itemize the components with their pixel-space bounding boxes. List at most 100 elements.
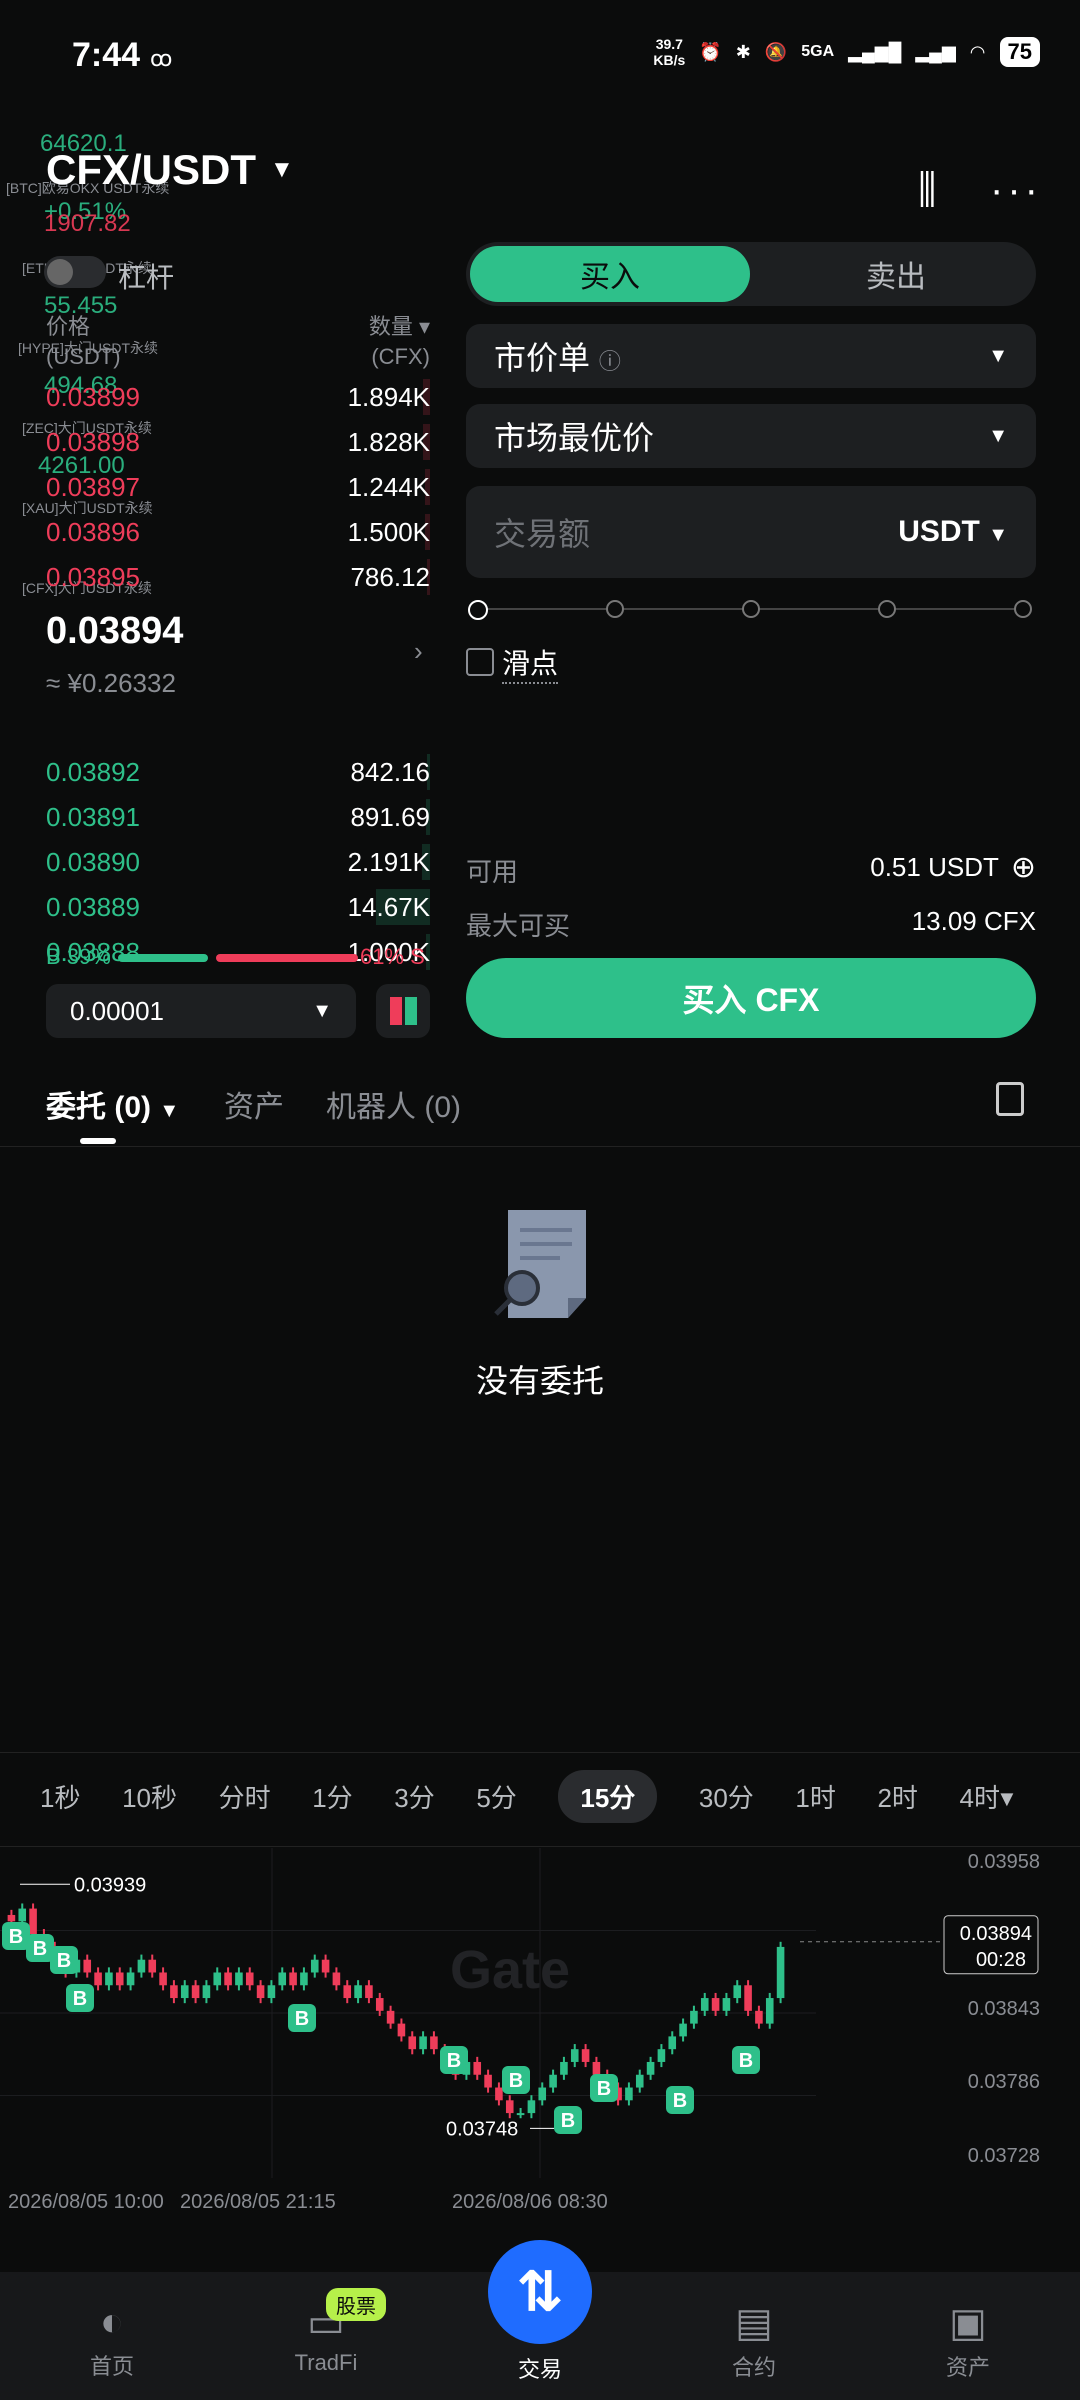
buy-marker-label: B bbox=[597, 2078, 611, 2100]
divider bbox=[0, 1146, 1080, 1147]
amount-unit-select[interactable]: USDT ▼ bbox=[898, 515, 1008, 549]
nav-home[interactable]: ◐ 首页 bbox=[52, 2300, 172, 2381]
candle bbox=[235, 1972, 243, 1986]
orderbook-row[interactable]: 0.03892 842.16 bbox=[46, 750, 430, 794]
orderbook-layout-button[interactable] bbox=[376, 984, 430, 1038]
chevron-down-icon: ▼ bbox=[270, 156, 294, 183]
nav-assets[interactable]: ▣ 资产 bbox=[908, 2300, 1028, 2382]
candlestick-chart-icon[interactable]: ⫼ bbox=[918, 168, 936, 213]
slider-step[interactable] bbox=[878, 600, 896, 618]
y-tick-label: 0.03843 bbox=[968, 1998, 1040, 2020]
nav-futures[interactable]: ▤ 合约 bbox=[694, 2300, 814, 2382]
overlay-btc-extra: 1907.82 bbox=[44, 210, 131, 237]
status-time: 7:44 bbox=[72, 36, 141, 74]
orderbook-row[interactable]: 0.03896 1.500K bbox=[46, 510, 430, 554]
x-tick-label: 2026/08/05 21:15 bbox=[180, 2191, 336, 2213]
candle bbox=[549, 2074, 557, 2088]
slider-step[interactable] bbox=[606, 600, 624, 618]
pair-selector[interactable]: CFX/USDT ▼ bbox=[46, 146, 294, 194]
slider-handle[interactable] bbox=[468, 600, 488, 620]
watermark: Gate bbox=[450, 1940, 570, 2000]
slippage-label[interactable]: 滑点 bbox=[502, 642, 559, 684]
price-chart[interactable]: Gate 0.03958 0.03843 0.03786 0.03728 2026/08/… bbox=[0, 1848, 1080, 2228]
info-icon[interactable]: ⓘ bbox=[599, 349, 621, 374]
orderbook-row[interactable]: 0.03890 2.191K bbox=[46, 840, 430, 884]
candle bbox=[332, 1972, 341, 1986]
candle bbox=[267, 1985, 276, 1999]
candle bbox=[733, 1985, 742, 1999]
timeframe-10[interactable]: 4时 bbox=[960, 1778, 1000, 1815]
candle bbox=[495, 2087, 503, 2101]
more-icon[interactable]: ··· bbox=[990, 168, 1042, 213]
candle bbox=[484, 2074, 492, 2088]
leverage-toggle[interactable] bbox=[44, 256, 106, 288]
timeframe-8[interactable]: 1时 bbox=[795, 1778, 835, 1815]
orderbook-row[interactable]: 0.03897 1.244K bbox=[46, 465, 430, 509]
futures-icon: ▤ bbox=[735, 2301, 773, 2345]
slider-step[interactable] bbox=[742, 600, 760, 618]
sell-ratio: 61% S bbox=[360, 944, 425, 969]
timeframe-1[interactable]: 10秒 bbox=[122, 1778, 177, 1815]
candle bbox=[289, 1972, 297, 1986]
timeframe-9[interactable]: 2时 bbox=[877, 1778, 917, 1815]
timeframe-6[interactable]: 15分 bbox=[558, 1770, 658, 1823]
tab-buy[interactable]: 买入 bbox=[470, 246, 750, 302]
last-price: 0.03894 bbox=[46, 610, 184, 652]
wifi-icon: ◠ bbox=[969, 41, 986, 62]
candle bbox=[473, 2061, 482, 2075]
slippage-checkbox[interactable] bbox=[466, 648, 494, 676]
chevron-down-icon[interactable]: ▼ bbox=[996, 1786, 1018, 1812]
chevron-right-icon[interactable]: › bbox=[414, 636, 423, 667]
buy-cfx-button[interactable]: 买入 CFX bbox=[466, 958, 1036, 1038]
chevron-down-icon: ▼ bbox=[312, 999, 332, 1022]
candle bbox=[397, 2023, 406, 2037]
divider bbox=[0, 1752, 1080, 1753]
timeframe-2[interactable]: 分时 bbox=[219, 1778, 271, 1815]
tab-orders[interactable]: 委托 (0) ▼ bbox=[46, 1082, 179, 1126]
trade-icon[interactable]: ⇅ bbox=[488, 2240, 592, 2344]
row-qty: 1.500K bbox=[347, 516, 430, 547]
candle bbox=[776, 1946, 785, 1999]
alarm-icon: ⏰ bbox=[699, 41, 722, 62]
tab-indicator bbox=[80, 1138, 116, 1144]
precision-value: 0.00001 bbox=[70, 995, 164, 1026]
orderbook-row[interactable]: 0.03898 1.828K bbox=[46, 420, 430, 464]
orderbook-row[interactable]: 0.03891 891.69 bbox=[46, 795, 430, 839]
buy-marker-label: B bbox=[561, 2110, 575, 2132]
candle bbox=[560, 2061, 568, 2075]
row-price: 0.03892 bbox=[46, 756, 140, 787]
row-price: 0.03899 bbox=[46, 381, 140, 412]
nav-trade[interactable]: 交易 bbox=[480, 2352, 600, 2384]
candle bbox=[7, 1914, 16, 1922]
price-type-value: 市场最优价 bbox=[494, 420, 655, 456]
buy-marker-label: B bbox=[739, 2050, 753, 2072]
amount-input[interactable]: 交易额 USDT ▼ bbox=[466, 486, 1036, 578]
timeframe-4[interactable]: 3分 bbox=[394, 1778, 434, 1815]
price-type-select[interactable]: 市场最优价 ▼ bbox=[466, 404, 1036, 468]
row-qty: 842.16 bbox=[350, 756, 430, 787]
orderbook-row[interactable]: 0.03895 786.12 bbox=[46, 555, 430, 599]
order-type-select[interactable]: 市价单 ⓘ ▼ bbox=[466, 324, 1036, 388]
add-funds-icon[interactable]: ⊕ bbox=[1011, 850, 1036, 885]
row-qty: 14.67K bbox=[347, 891, 430, 922]
candle bbox=[310, 1959, 319, 1973]
ratio-bar bbox=[118, 954, 358, 962]
timeframe-3[interactable]: 1分 bbox=[312, 1778, 352, 1815]
candle bbox=[202, 1985, 211, 1999]
orderbook-row[interactable]: 0.03889 14.67K bbox=[46, 885, 430, 929]
tab-sell[interactable]: 卖出 bbox=[760, 246, 1032, 302]
orderbook-qty-header[interactable]: 数量 ▾ (CFX) bbox=[330, 312, 430, 372]
timeframe-7[interactable]: 30分 bbox=[699, 1778, 754, 1815]
y-tick-label: 0.03728 bbox=[968, 2145, 1040, 2167]
candle bbox=[115, 1972, 124, 1986]
countdown-label: 00:28 bbox=[976, 1949, 1026, 1971]
orderbook-row[interactable]: 0.03899 1.894K bbox=[46, 375, 430, 419]
tab-bots[interactable]: 机器人 (0) bbox=[326, 1082, 461, 1126]
slider-step[interactable] bbox=[1014, 600, 1032, 618]
order-history-icon[interactable] bbox=[996, 1082, 1024, 1116]
precision-select[interactable]: 0.00001 ▼ bbox=[46, 984, 356, 1038]
candle bbox=[744, 1985, 752, 2011]
timeframe-0[interactable]: 1秒 bbox=[40, 1778, 80, 1815]
tab-assets[interactable]: 资产 bbox=[224, 1082, 284, 1126]
timeframe-5[interactable]: 5分 bbox=[476, 1778, 516, 1815]
